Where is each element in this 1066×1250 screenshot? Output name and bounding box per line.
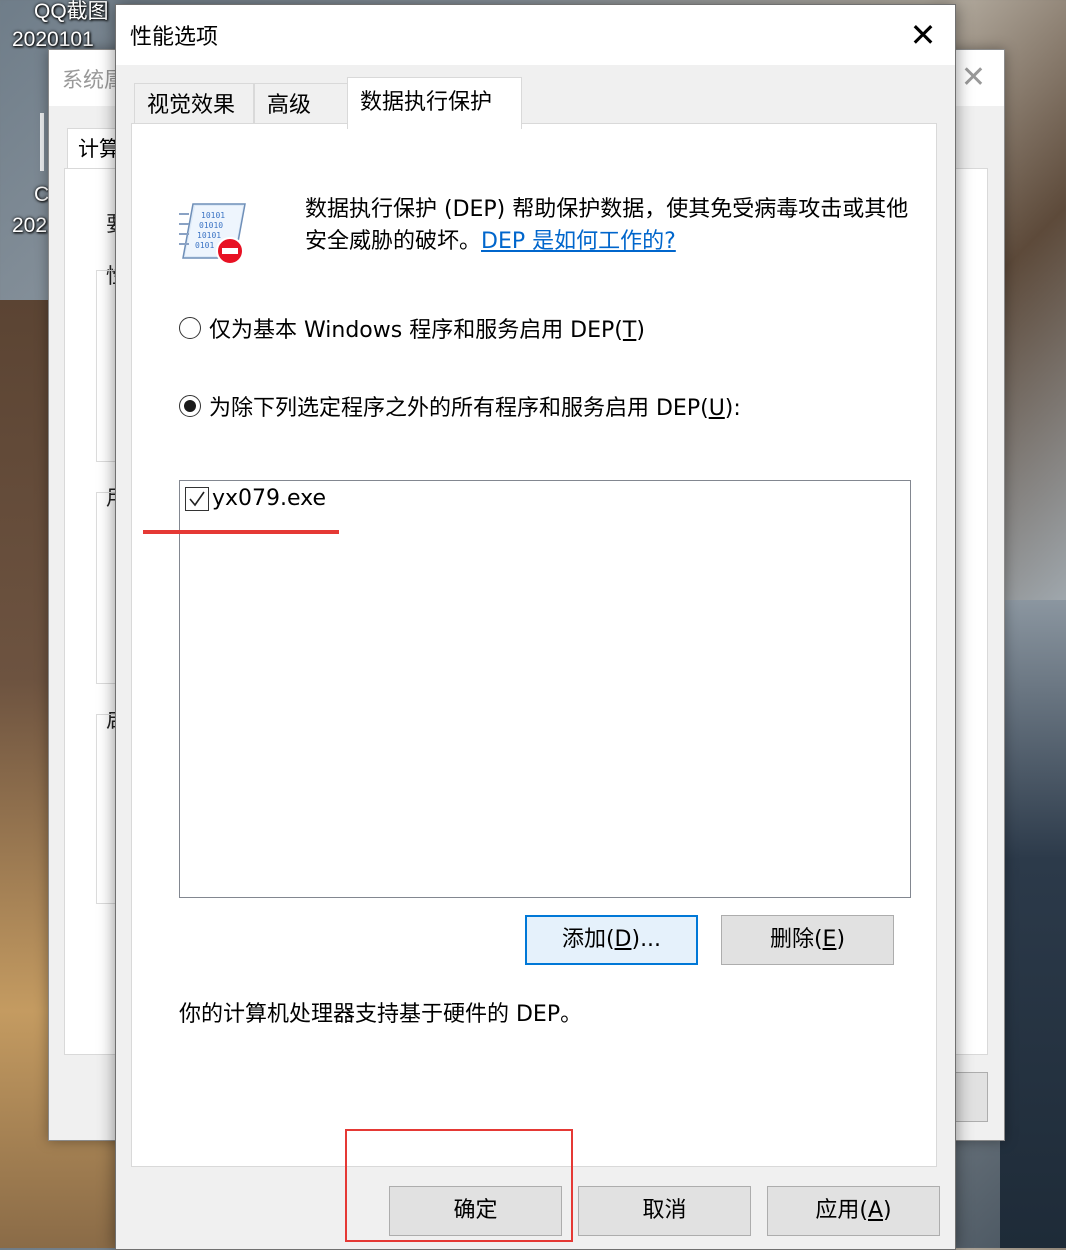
dep-shield-icon: 10101 01010 10101 0101 [179,203,246,265]
dep-tab-panel: 10101 01010 10101 0101 数据执行保护 (DEP) 帮助保护… [131,123,937,1167]
excluded-programs-list[interactable]: yx079.exe [179,480,911,898]
dep-help-link[interactable]: DEP 是如何工作的? [481,229,676,254]
radio-essential-only[interactable]: 仅为基本 Windows 程序和服务启用 DEP(T) [179,312,645,344]
add-button[interactable]: 添加(D)... [525,915,698,965]
desktop-icon-label[interactable]: C [34,183,49,207]
radio-label: 仅为基本 Windows 程序和服务启用 DEP(T) [209,318,645,343]
svg-text:10101: 10101 [201,211,225,220]
svg-text:0101: 0101 [195,241,214,250]
title-bar: 性能选项 ✕ [116,5,955,65]
svg-text:01010: 01010 [199,221,223,230]
svg-text:10101: 10101 [197,231,221,240]
desktop-icon-label[interactable]: QQ截图 [34,0,109,24]
desktop-icon-label[interactable]: 202 [12,214,47,238]
performance-options-dialog: 性能选项 ✕ 视觉效果 高级 数据执行保护 10101 01010 10101 … [115,4,956,1250]
annotation-underline [143,530,339,534]
wallpaper-right [1000,600,1066,1248]
radio-button-selected[interactable] [179,395,201,417]
remove-button[interactable]: 删除(E) [721,915,894,965]
dialog-title: 性能选项 [130,25,219,50]
tab-visual-effects[interactable]: 视觉效果 [134,83,254,125]
list-item[interactable]: yx079.exe [185,486,326,511]
radio-label: 为除下列选定程序之外的所有程序和服务启用 DEP(U): [209,396,741,421]
program-name: yx079.exe [212,486,327,511]
hardware-dep-status: 你的计算机处理器支持基于硬件的 DEP。 [179,1002,583,1027]
checkmark-icon [189,491,205,506]
close-icon[interactable]: ✕ [961,60,986,95]
radio-button[interactable] [179,317,201,339]
apply-button[interactable]: 应用(A) [767,1186,940,1236]
checkbox-checked[interactable] [185,486,209,511]
tab-advanced[interactable]: 高级 [254,83,348,125]
cancel-button[interactable]: 取消 [578,1186,751,1236]
dep-description: 数据执行保护 (DEP) 帮助保护数据，使其免受病毒攻击或其他安全威胁的破坏。D… [305,194,925,258]
tab-data-execution-prevention[interactable]: 数据执行保护 [347,77,522,129]
annotation-highlight-box [345,1129,573,1242]
settings-button[interactable] [954,1072,988,1122]
radio-all-except-selected[interactable]: 为除下列选定程序之外的所有程序和服务启用 DEP(U): [179,390,741,422]
close-icon: ✕ [909,16,937,54]
close-button[interactable]: ✕ [897,11,949,59]
